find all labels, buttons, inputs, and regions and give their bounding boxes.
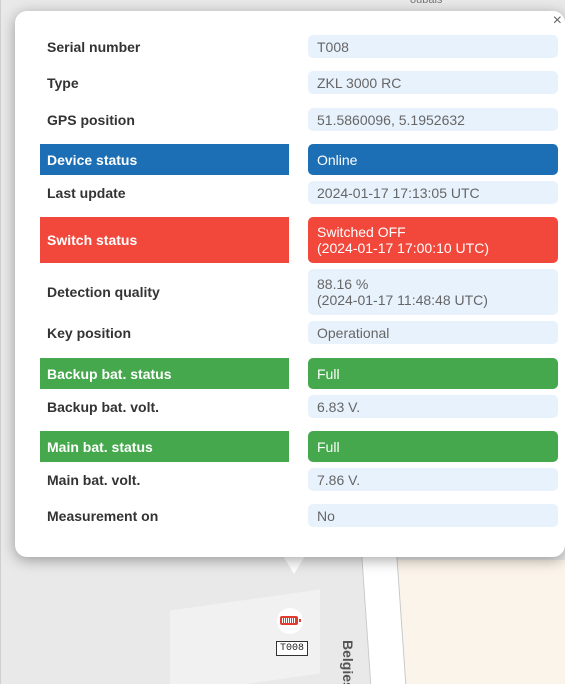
info-row: Measurement on No [40,504,558,527]
info-row: Type ZKL 3000 RC [40,71,558,94]
map-edge-line [0,0,1,684]
row-value: No [308,504,558,527]
row-value-text: Online [317,151,358,168]
row-value-text: Full [317,365,340,382]
row-value: T008 [308,35,558,58]
row-value-text: 2024-01-17 17:13:05 UTC [317,184,480,201]
row-label: Switch status [40,217,289,263]
row-value-text: Switched OFF [317,224,406,240]
row-label: Key position [47,324,132,341]
row-value: 88.16 % (2024-01-17 11:48:48 UTC) [308,269,558,315]
row-value: ZKL 3000 RC [308,71,558,94]
row-value-detail: (2024-01-17 17:00:10 UTC) [317,240,489,256]
row-label: Type [47,74,79,91]
row-value-detail: (2024-01-17 11:48:48 UTC) [317,292,488,308]
map-building [170,589,320,684]
row-value: 51.5860096, 5.1952632 [308,108,558,131]
info-row: Main bat. volt. 7.86 V. [40,468,558,491]
row-value-text: No [317,507,335,524]
row-label: Main bat. status [40,431,289,462]
popup-tip [283,556,305,574]
map-area [395,560,565,684]
row-label: Device status [40,144,289,175]
info-row: Serial number T008 [40,35,558,58]
info-row: Detection quality 88.16 % (2024-01-17 11:4… [40,269,558,315]
close-icon[interactable]: × [553,13,562,29]
row-value-text: 6.83 V. [317,398,361,415]
row-value: Online [308,144,558,175]
row-label: Detection quality [47,284,160,300]
row-value-text: 7.86 V. [317,471,361,488]
battery-icon [280,616,301,625]
row-label: Measurement on [47,507,159,524]
info-row: Device status Online [40,144,558,175]
row-value: 7.86 V. [308,468,558,491]
info-row: Backup bat. status Full [40,358,558,389]
top-street-label: oubais [410,0,443,6]
row-value-text: ZKL 3000 RC [317,74,402,91]
row-value-text: T008 [317,38,349,55]
info-row: Last update 2024-01-17 17:13:05 UTC [40,181,558,204]
row-value: Full [308,431,558,462]
row-label: Backup bat. status [40,358,289,389]
row-label: Main bat. volt. [47,471,141,488]
row-value: 6.83 V. [308,395,558,418]
info-row: Backup bat. volt. 6.83 V. [40,395,558,418]
street-label: Belgiestr [340,640,356,684]
marker-label[interactable]: T008 [276,641,309,656]
info-row: Main bat. status Full [40,431,558,462]
row-value: Operational [308,321,558,344]
row-label: Backup bat. volt. [47,398,160,415]
row-value-text: 51.5860096, 5.1952632 [317,111,465,128]
row-value-text: 88.16 % [317,276,369,292]
info-row: Switch status Switched OFF (2024-01-17 17:… [40,217,558,263]
row-label: Serial number [47,38,141,55]
row-value-text: Operational [317,324,390,341]
info-row: GPS position 51.5860096, 5.1952632 [40,108,558,131]
row-label: GPS position [47,111,135,128]
row-value: Full [308,358,558,389]
row-value: Switched OFF (2024-01-17 17:00:10 UTC) [308,217,558,263]
row-label: Last update [47,184,126,201]
device-marker[interactable] [277,608,303,634]
info-row: Key position Operational [40,321,558,344]
row-value: 2024-01-17 17:13:05 UTC [308,181,558,204]
row-value-text: Full [317,438,340,455]
device-popup: × Serial number T008 Type ZKL 3000 RC GPS po… [15,11,565,557]
